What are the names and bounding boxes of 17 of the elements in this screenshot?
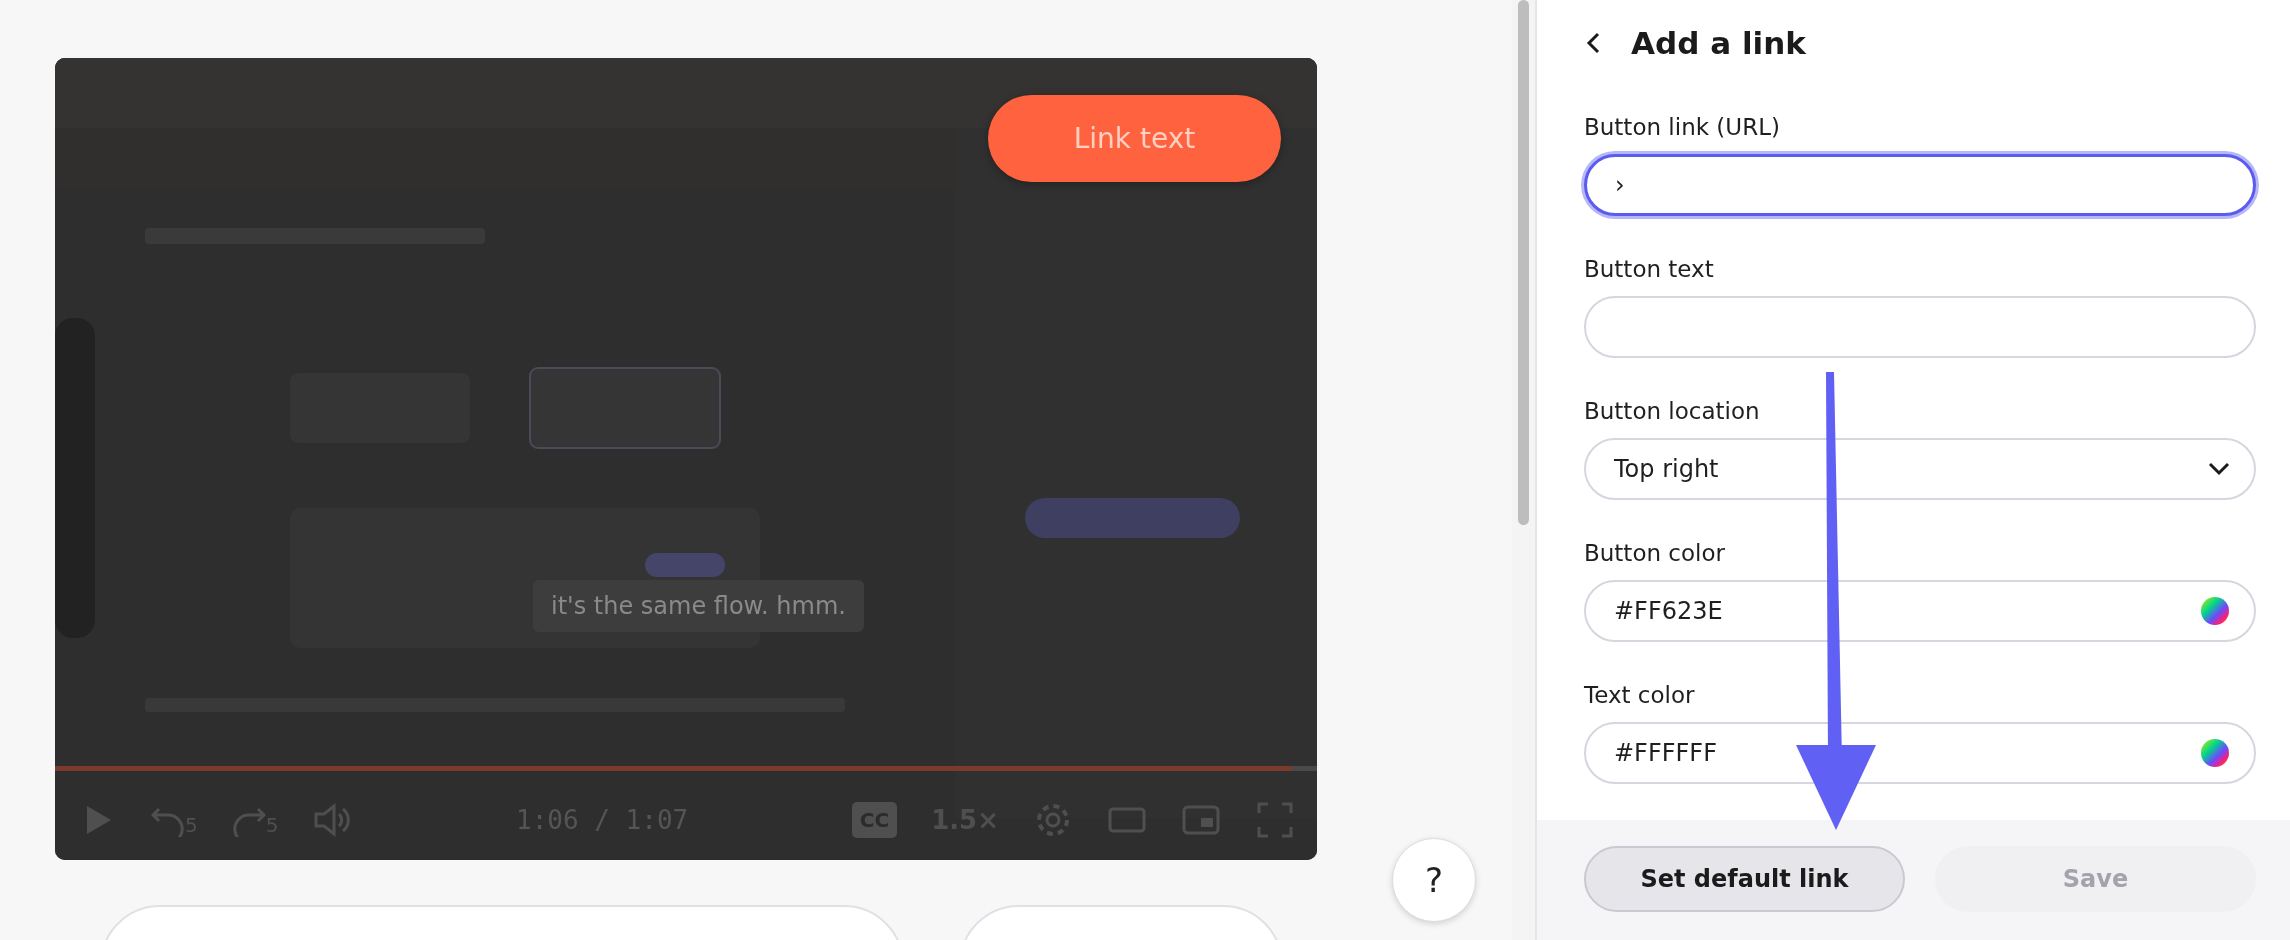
field-label: Text color: [1584, 682, 1696, 708]
help-button[interactable]: ?: [1392, 838, 1476, 922]
chevron-down-icon: [2208, 462, 2230, 476]
color-wheel-icon[interactable]: [2200, 738, 2230, 768]
back-icon[interactable]: [1585, 31, 1601, 55]
field-label: Button location: [1584, 398, 1761, 424]
panel-title: Add a link: [1631, 25, 1806, 61]
input-field[interactable]: ›: [1584, 154, 2256, 216]
field-label: Button color: [1584, 540, 1726, 566]
field-label: Button text: [1584, 256, 1715, 282]
volume-icon[interactable]: [312, 800, 353, 840]
set-default-button[interactable]: Set default link: [1584, 846, 1905, 912]
field-label: Button link (URL): [1584, 114, 1781, 140]
video-caption: it's the same flow. hmm.: [533, 580, 864, 632]
fullscreen-icon[interactable]: [1255, 800, 1295, 840]
color-wheel-icon[interactable]: [2200, 596, 2230, 626]
scrollbar-thumb[interactable]: [1518, 0, 1529, 525]
